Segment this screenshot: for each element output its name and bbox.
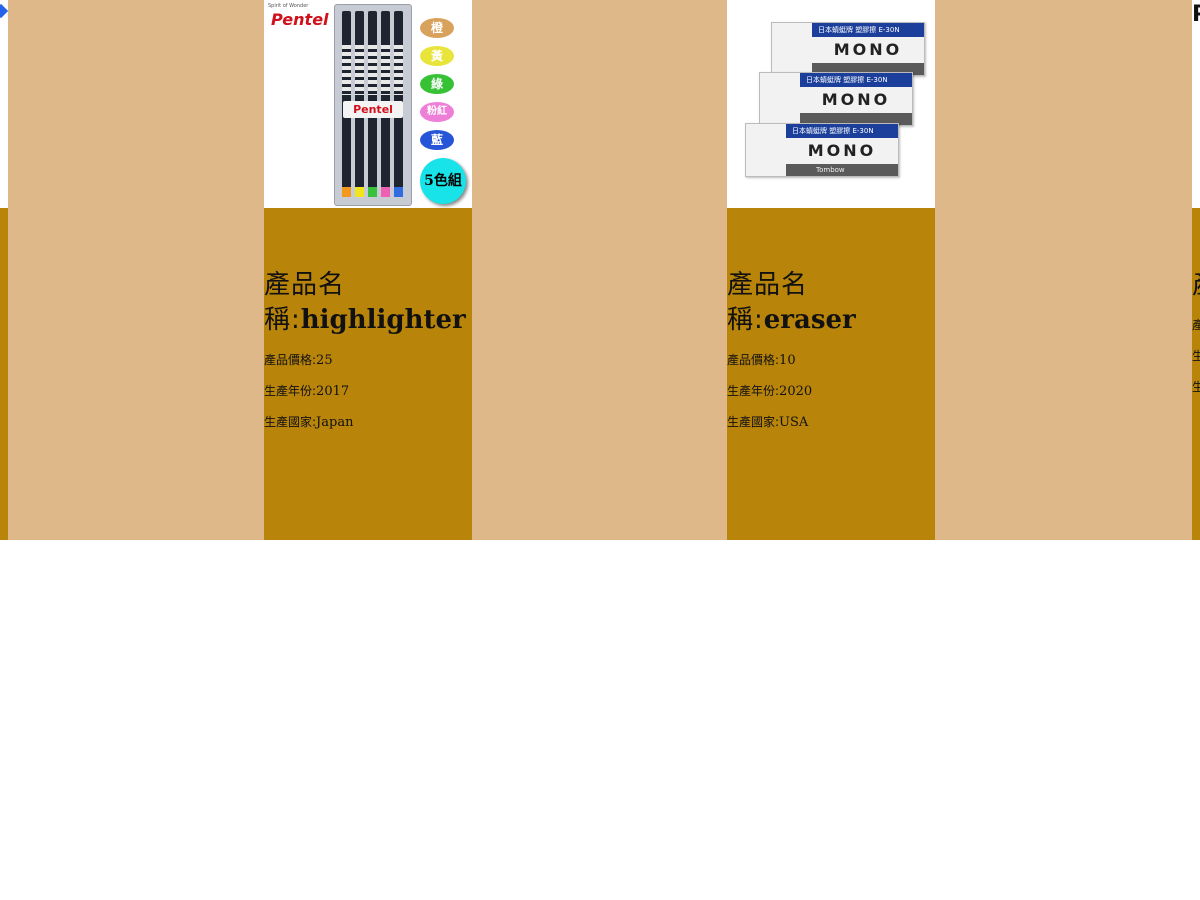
tagline-text: Spirit of Wonder [268, 3, 309, 9]
product-info: 產品名稱:highlighter 產品價格:25 生產年份:2017 生產國家:… [264, 268, 472, 445]
diamond-icon [0, 3, 8, 19]
product-info: 產品名稱: 產品價格: 生產年份: 生產國家: [1192, 268, 1200, 410]
pen-pack-illustration: Pentel [334, 4, 412, 206]
product-year: 生產年份: [1192, 349, 1200, 363]
product-country: 生產國家: [1192, 380, 1200, 394]
product-card[interactable]: 日本蜻蜓牌 塑膠擦 E-30N MONO 日本蜻蜓牌 塑膠擦 E-30N MON… [727, 0, 935, 540]
product-card[interactable] [0, 0, 8, 540]
product-image: P [1192, 0, 1200, 208]
product-year: 生產年份:2017 [264, 384, 350, 399]
product-name: 產品名稱: [1192, 268, 1200, 303]
eraser-illustration: 日本蜻蜓牌 塑膠擦 E-30N MONO [759, 72, 913, 126]
product-image [0, 0, 8, 208]
product-country: 生產國家:Japan [264, 415, 354, 430]
product-info: 產品名稱:eraser 產品價格:10 生產年份:2020 生產國家:USA [727, 268, 935, 445]
color-tag-yellow: 黃 [420, 46, 454, 66]
product-country: 生產國家:USA [727, 415, 809, 430]
color-tag-green: 綠 [420, 74, 454, 94]
color-count-badge: 5色組 [420, 158, 466, 204]
pack-brand-label: Pentel [343, 101, 403, 118]
product-name: 產品名稱:eraser [727, 270, 856, 335]
product-image: Spirit of Wonder Pentel Pentel 橙 黃 綠 粉紅 … [264, 0, 472, 208]
product-price: 產品價格:10 [727, 353, 796, 368]
product-year: 生產年份:2020 [727, 384, 813, 399]
product-card[interactable]: P 產品名稱: 產品價格: 生產年份: 生產國家: [1192, 0, 1200, 540]
product-carousel: Spirit of Wonder Pentel Pentel 橙 黃 綠 粉紅 … [0, 0, 1200, 540]
eraser-illustration: 日本蜻蜓牌 塑膠擦 E-30N MONO [771, 22, 925, 76]
brand-logo: Pentel [271, 10, 329, 29]
product-price: 產品價格:25 [264, 353, 333, 368]
product-name: 產品名稱:highlighter [264, 270, 466, 335]
brand-logo-partial: P [1192, 2, 1200, 27]
product-image: 日本蜻蜓牌 塑膠擦 E-30N MONO 日本蜻蜓牌 塑膠擦 E-30N MON… [727, 0, 935, 208]
product-price: 產品價格: [1192, 318, 1200, 332]
product-card[interactable]: Spirit of Wonder Pentel Pentel 橙 黃 綠 粉紅 … [264, 0, 472, 540]
eraser-illustration: 日本蜻蜓牌 塑膠擦 E-30N MONO Tombow [745, 123, 899, 177]
color-tag-blue: 藍 [420, 130, 454, 150]
color-tag-orange: 橙 [420, 18, 454, 38]
color-tag-pink: 粉紅 [420, 102, 454, 122]
